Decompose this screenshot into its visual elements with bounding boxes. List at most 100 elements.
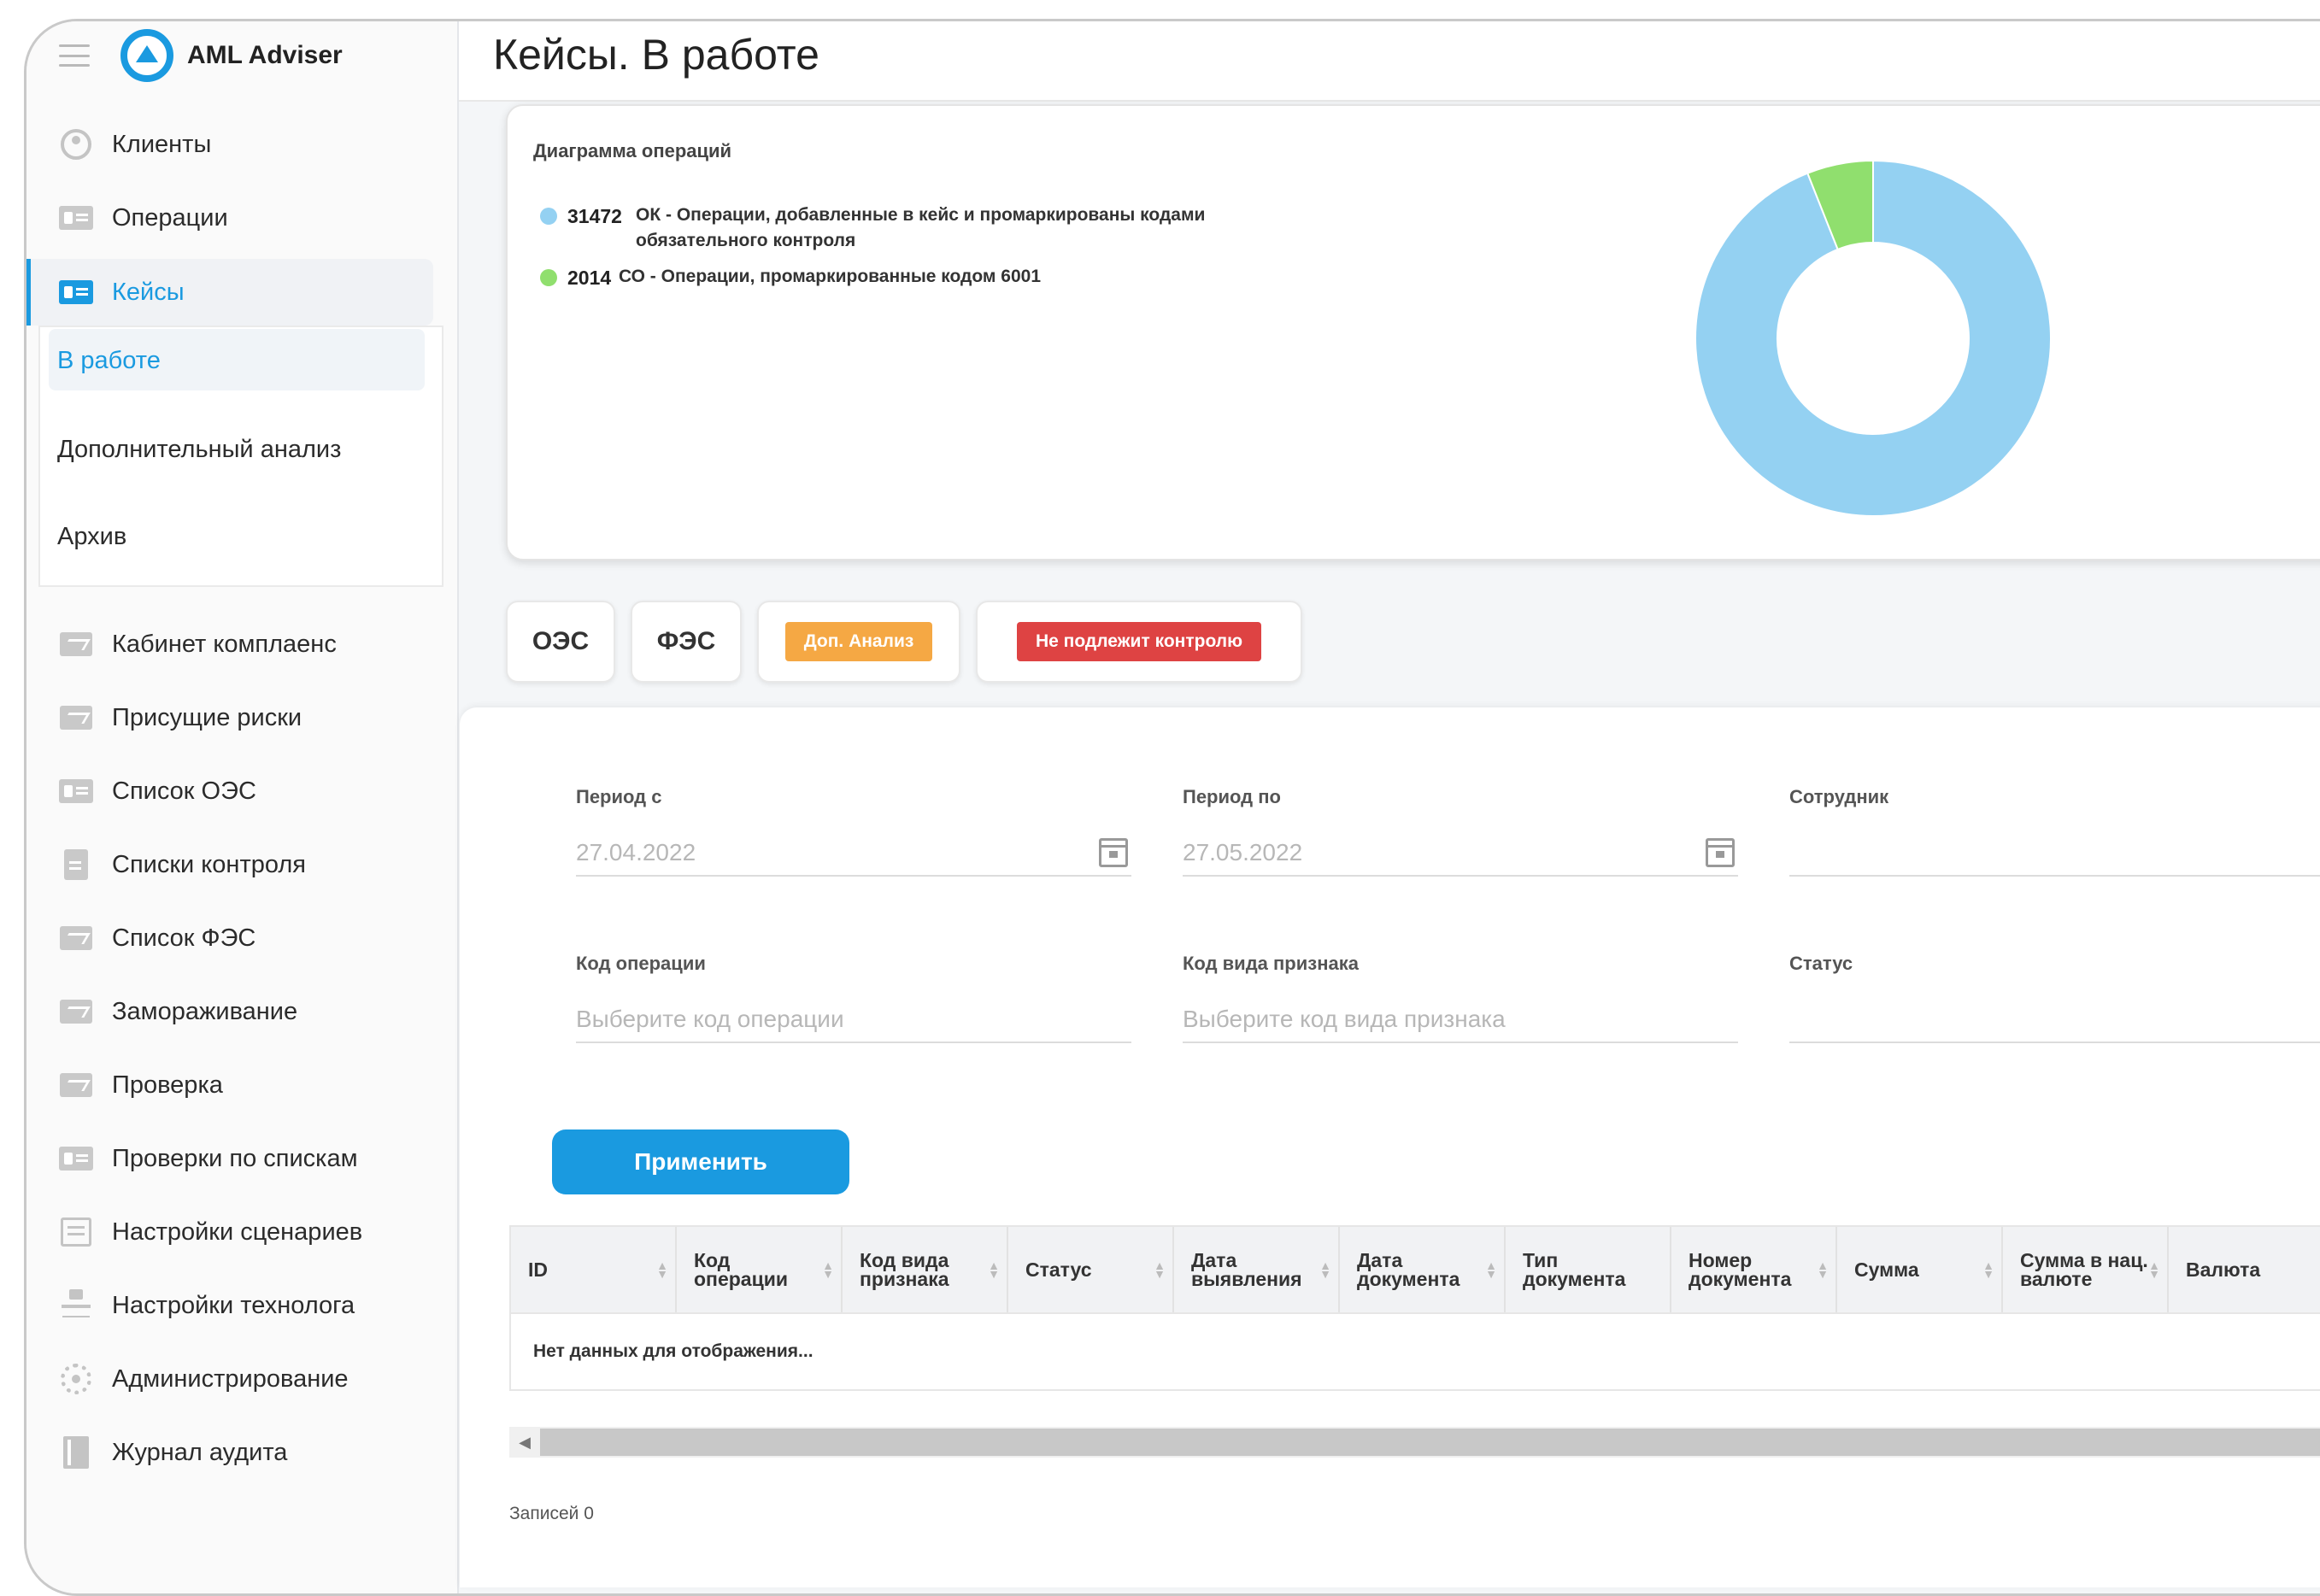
sidebar: AML Adviser Клиенты Операции Кейсы В раб… <box>26 21 459 1593</box>
sign-code-select[interactable]: Выберите код вида признака <box>1183 997 1738 1043</box>
sidebar-item-clients[interactable]: Клиенты <box>59 117 211 172</box>
menu-icon[interactable] <box>59 44 90 67</box>
column-header-amount-national[interactable]: Сумма в нац. валюте ▲ ▼ <box>2003 1227 2169 1312</box>
horizontal-scrollbar[interactable]: ◀ <box>509 1427 2320 1458</box>
submenu-item-in-progress[interactable]: В работе <box>57 339 161 382</box>
sidebar-item-label: Список ФЭС <box>112 924 256 952</box>
operation-code-field: Код операции Выберите код операции <box>576 953 1131 1055</box>
column-label: Номер документа <box>1689 1249 1792 1290</box>
field-placeholder: Выберите код вида признака <box>1183 1006 1506 1032</box>
apply-button[interactable]: Применить <box>552 1130 849 1194</box>
sidebar-item-fes-list[interactable]: Список ФЭС <box>59 911 255 965</box>
sidebar-item-label: Кабинет комплаенс <box>112 630 337 658</box>
cases-submenu: В работе Дополнительный анализ Архив <box>38 326 443 587</box>
sort-icon: ▲ ▼ <box>1319 1259 1331 1281</box>
calendar-icon[interactable] <box>1099 838 1128 867</box>
column-label: Код операции <box>694 1249 788 1290</box>
field-value: 27.04.2022 <box>576 839 696 865</box>
donut-chart <box>1694 159 2052 517</box>
calendar-icon[interactable] <box>1706 838 1735 867</box>
list-icon <box>59 1218 93 1247</box>
column-header-document-number[interactable]: Номер документа ▲ ▼ <box>1671 1227 1837 1312</box>
page-title: Кейсы. В работе <box>493 31 819 79</box>
field-value: 27.05.2022 <box>1183 839 1303 865</box>
sidebar-item-label: Список ОЭС <box>112 777 256 805</box>
sidebar-item-control-lists[interactable]: Списки контроля <box>59 837 306 892</box>
tab-not-controlled[interactable]: Не подлежит контролю <box>976 601 1302 683</box>
chart-icon <box>59 631 93 658</box>
sidebar-item-technologist-settings[interactable]: Настройки технолога <box>59 1278 355 1333</box>
submenu-item-archive[interactable]: Архив <box>57 515 126 558</box>
legend-label: СО - Операции, промаркированные кодом 60… <box>619 267 1042 286</box>
sort-icon: ▲ ▼ <box>1982 1259 1994 1281</box>
document-icon <box>59 849 93 880</box>
sort-icon: ▲ ▼ <box>1817 1259 1829 1281</box>
sidebar-item-cases[interactable]: Кейсы <box>59 265 185 320</box>
field-label: Код операции <box>576 953 706 974</box>
column-label: Тип документа <box>1523 1249 1626 1290</box>
scroll-thumb[interactable] <box>540 1429 2320 1456</box>
tab-additional-analysis[interactable]: Доп. Анализ <box>757 601 960 683</box>
legend-marker <box>540 269 557 286</box>
field-label: Период по <box>1183 786 1281 807</box>
column-label: Статус <box>1025 1259 1092 1281</box>
column-header-status[interactable]: Статус ▲ ▼ <box>1008 1227 1174 1312</box>
submenu-item-additional-analysis[interactable]: Дополнительный анализ <box>57 428 341 471</box>
sidebar-item-list-checks[interactable]: Проверки по спискам <box>59 1131 358 1186</box>
chart-icon <box>59 704 93 731</box>
field-placeholder: Выберите код операции <box>576 1006 844 1032</box>
scroll-left-icon[interactable]: ◀ <box>509 1434 540 1452</box>
period-from-input[interactable]: 27.04.2022 <box>576 830 1131 877</box>
column-header-sign-code[interactable]: Код вида признака ▲ ▼ <box>843 1227 1008 1312</box>
table-header: ID ▲ ▼ Код операции ▲ ▼ Код вида признака ▲ ▼ … <box>509 1225 2320 1314</box>
employee-field: Сотрудник <box>1789 786 2320 889</box>
period-to-field: Период по 27.05.2022 <box>1183 786 1738 889</box>
tab-fes[interactable]: ФЭС <box>631 601 742 683</box>
operation-code-select[interactable]: Выберите код операции <box>576 997 1131 1043</box>
sign-code-field: Код вида признака Выберите код вида приз… <box>1183 953 1738 1055</box>
legend-value: 2014 <box>567 267 612 289</box>
sidebar-item-audit-log[interactable]: Журнал аудита <box>59 1425 287 1480</box>
operations-chart-card: Диаграмма операций 31472 ОК - Операции, … <box>506 104 2320 560</box>
sidebar-item-label: Проверки по спискам <box>112 1144 358 1172</box>
column-header-operation-code[interactable]: Код операции ▲ ▼ <box>677 1227 843 1312</box>
chart-icon <box>59 924 93 952</box>
sort-icon: ▲ ▼ <box>1154 1259 1166 1281</box>
field-label: Статус <box>1789 953 1853 974</box>
sidebar-item-administration[interactable]: Администрирование <box>59 1352 349 1406</box>
column-label: Дата выявления <box>1191 1249 1302 1290</box>
sidebar-item-inherent-risks[interactable]: Присущие риски <box>59 690 302 745</box>
column-label: Валюта <box>2186 1259 2261 1281</box>
chart-icon <box>59 998 93 1025</box>
sidebar-item-freezing[interactable]: Замораживание <box>59 984 297 1039</box>
employee-select[interactable] <box>1789 830 2320 877</box>
sort-icon: ▲ ▼ <box>656 1259 668 1281</box>
legend-entry: 2014 СО - Операции, промаркированные код… <box>540 267 1268 290</box>
column-header-detection-date[interactable]: Дата выявления ▲ ▼ <box>1174 1227 1340 1312</box>
column-header-document-date[interactable]: Дата документа ▲ ▼ <box>1340 1227 1506 1312</box>
sidebar-item-label: Замораживание <box>112 997 298 1025</box>
sidebar-item-label: Журнал аудита <box>112 1438 288 1466</box>
sidebar-item-oes-list[interactable]: Список ОЭС <box>59 764 256 819</box>
column-header-currency[interactable]: Валюта <box>2169 1227 2320 1312</box>
not-controlled-badge: Не подлежит контролю <box>1016 622 1262 661</box>
sidebar-item-check[interactable]: Проверка <box>59 1058 223 1112</box>
period-to-input[interactable]: 27.05.2022 <box>1183 830 1738 877</box>
column-header-document-type[interactable]: Тип документа <box>1506 1227 1671 1312</box>
column-header-amount[interactable]: Сумма ▲ ▼ <box>1837 1227 2003 1312</box>
sidebar-item-label: Проверка <box>112 1071 223 1099</box>
card-icon <box>59 279 93 306</box>
tab-oes[interactable]: ОЭС <box>506 601 615 683</box>
sidebar-item-operations[interactable]: Операции <box>59 191 228 245</box>
sidebar-item-scenario-settings[interactable]: Настройки сценариев <box>59 1205 362 1259</box>
sort-icon: ▲ ▼ <box>2148 1259 2160 1281</box>
sidebar-item-compliance-cabinet[interactable]: Кабинет комплаенс <box>59 617 337 672</box>
sort-icon: ▲ ▼ <box>988 1259 1000 1281</box>
brand: AML Adviser <box>59 29 343 82</box>
legend-label: ОК - Операции, добавленные в кейс и пром… <box>636 205 1206 250</box>
legend-value: 31472 <box>567 205 622 227</box>
status-select[interactable] <box>1789 997 2320 1043</box>
column-header-id[interactable]: ID ▲ ▼ <box>511 1227 677 1312</box>
sidebar-item-label: Списки контроля <box>112 850 306 878</box>
chart-icon <box>59 1071 93 1099</box>
